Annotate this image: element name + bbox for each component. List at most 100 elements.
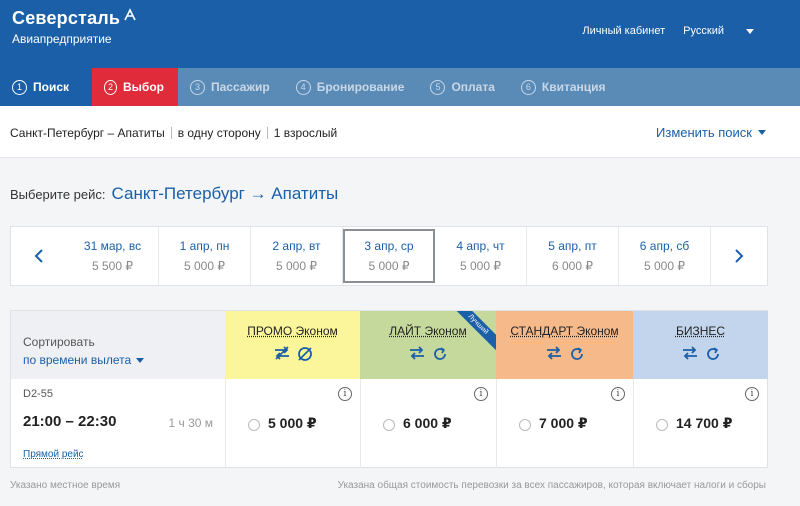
flight-time: 21:00 – 22:30 [23, 413, 117, 430]
language-selector[interactable]: Русский [683, 25, 754, 37]
summary-passengers: 1 взрослый [273, 126, 338, 140]
info-icon[interactable]: i [611, 387, 625, 401]
date-option[interactable]: 2 апр, вт 5 000 ₽ [251, 227, 343, 285]
fare-option-promo[interactable]: i 5 000 ₽ [225, 379, 360, 468]
step-receipt: 6 Квитанция [509, 68, 620, 106]
step-label: Квитанция [541, 80, 606, 94]
prev-dates-button[interactable] [11, 227, 67, 285]
sort-header: Сортировать по времени вылета [11, 311, 225, 379]
flight-duration: 1 ч 30 м [168, 416, 213, 430]
fare-radio[interactable] [519, 419, 531, 431]
direct-flight-link[interactable]: Прямой рейс [23, 449, 84, 460]
language-label: Русский [683, 25, 724, 37]
fare-header-business: БИЗНЕС [633, 311, 768, 379]
fare-header-standard: СТАНДАРТ Эконом [496, 311, 633, 379]
step-passenger: 3 Пассажир [178, 68, 284, 106]
sort-label: Сортировать [23, 335, 95, 349]
step-number: 6 [520, 79, 536, 95]
fare-price: 6 000 ₽ [403, 415, 452, 431]
date-price: 5 500 ₽ [92, 259, 133, 273]
date-price: 5 000 ₽ [644, 259, 685, 273]
booking-steps: 1 Поиск 2 Выбор 3 Пассажир 4 Бронировани… [0, 68, 800, 106]
date-label: 4 апр, чт [456, 239, 505, 253]
fare-header-promo: ПРОМО Эконом [225, 311, 360, 379]
date-option[interactable]: 1 апр, пн 5 000 ₽ [159, 227, 251, 285]
flight-info: D2-55 21:00 – 22:30 1 ч 30 м Прямой рейс [11, 379, 225, 468]
date-price: 5 000 ₽ [276, 259, 317, 273]
date-price: 6 000 ₽ [552, 259, 593, 273]
step-label: Пассажир [211, 80, 270, 94]
brand-subtitle: Авиапредприятие [12, 32, 112, 46]
step-payment: 5 Оплата [418, 68, 508, 106]
exchange-not-allowed-icon [274, 346, 289, 360]
step-number: 2 [104, 79, 117, 95]
step-number: 1 [12, 79, 27, 95]
fare-radio[interactable] [248, 419, 260, 431]
date-option[interactable]: 5 апр, пт 6 000 ₽ [527, 227, 619, 285]
info-icon[interactable]: i [338, 387, 352, 401]
fare-header-lite: ЛАЙТ Эконом Лучший [360, 311, 496, 379]
step-booking: 4 Бронирование [284, 68, 419, 106]
fare-class-name[interactable]: ЛАЙТ Эконом [389, 324, 466, 338]
info-icon[interactable]: i [745, 387, 759, 401]
date-option[interactable]: 31 мар, вс 5 500 ₽ [67, 227, 159, 285]
refund-icon [706, 347, 719, 360]
step-number: 3 [190, 79, 205, 95]
date-option[interactable]: 6 апр, сб 5 000 ₽ [619, 227, 711, 285]
step-label: Бронирование [316, 80, 405, 94]
date-label: 2 апр, вт [272, 239, 321, 253]
fare-option-business[interactable]: i 14 700 ₽ [633, 379, 767, 468]
fare-radio[interactable] [656, 419, 668, 431]
chevron-down-icon [746, 28, 754, 34]
step-label: Поиск [33, 80, 70, 94]
summary-trip-type: в одну сторону [177, 126, 261, 140]
page-title: Выберите рейс: Санкт-Петербург → Апатиты [10, 184, 338, 204]
fare-price: 14 700 ₽ [676, 415, 733, 431]
divider [266, 127, 268, 139]
date-option[interactable]: 4 апр, чт 5 000 ₽ [435, 227, 527, 285]
refund-not-allowed-icon [297, 347, 312, 361]
flight-code: D2-55 [23, 388, 53, 400]
fare-class-name[interactable]: БИЗНЕС [676, 324, 725, 338]
chevron-left-icon [34, 249, 43, 263]
top-header: Северсталь Авиапредприятие Личный кабине… [0, 0, 800, 68]
fare-price: 7 000 ₽ [539, 415, 588, 431]
date-option-selected[interactable]: 3 апр, ср 5 000 ₽ [343, 229, 435, 283]
change-search-button[interactable]: Изменить поиск [656, 125, 766, 140]
account-link[interactable]: Личный кабинет [582, 25, 665, 37]
summary-route: Санкт-Петербург – Апатиты [10, 126, 165, 140]
divider [170, 127, 172, 139]
date-label: 5 апр, пт [548, 239, 597, 253]
next-dates-button[interactable] [711, 227, 767, 285]
fares-table: Сортировать по времени вылета ПРОМО Экон… [10, 310, 768, 468]
brand-name: Северсталь [12, 8, 121, 28]
fare-radio[interactable] [383, 419, 395, 431]
step-select[interactable]: 2 Выбор [92, 68, 178, 106]
sort-dropdown[interactable]: по времени вылета [23, 353, 145, 367]
chevron-right-icon [735, 249, 744, 263]
refund-icon [434, 347, 446, 360]
local-time-note: Указано местное время [10, 480, 121, 491]
fare-class-name[interactable]: ПРОМО Эконом [247, 324, 338, 338]
exchange-icon [546, 346, 561, 360]
exchange-icon [682, 346, 697, 360]
info-icon[interactable]: i [474, 387, 488, 401]
step-label: Оплата [451, 80, 495, 94]
chevron-down-icon [136, 357, 145, 363]
fare-class-name[interactable]: СТАНДАРТ Эконом [510, 324, 618, 338]
price-note: Указана общая стоимость перевозки за все… [337, 480, 766, 491]
date-label: 6 апр, сб [639, 239, 690, 253]
date-carousel: 31 мар, вс 5 500 ₽ 1 апр, пн 5 000 ₽ 2 а… [10, 226, 768, 286]
choose-prompt: Выберите рейс: [10, 187, 106, 202]
fare-price: 5 000 ₽ [268, 415, 317, 431]
chevron-down-icon [758, 130, 766, 135]
date-price: 5 000 ₽ [184, 259, 225, 273]
sort-value: по времени вылета [23, 353, 132, 367]
step-number: 5 [430, 79, 446, 95]
fare-option-standard[interactable]: i 7 000 ₽ [496, 379, 633, 468]
step-search[interactable]: 1 Поиск [0, 68, 92, 106]
brand-logo[interactable]: Северсталь Авиапредприятие [12, 8, 137, 46]
fare-option-lite[interactable]: i 6 000 ₽ [360, 379, 496, 468]
step-number: 4 [295, 79, 311, 95]
search-summary-bar: Санкт-Петербург – Апатиты в одну сторону… [0, 106, 800, 158]
